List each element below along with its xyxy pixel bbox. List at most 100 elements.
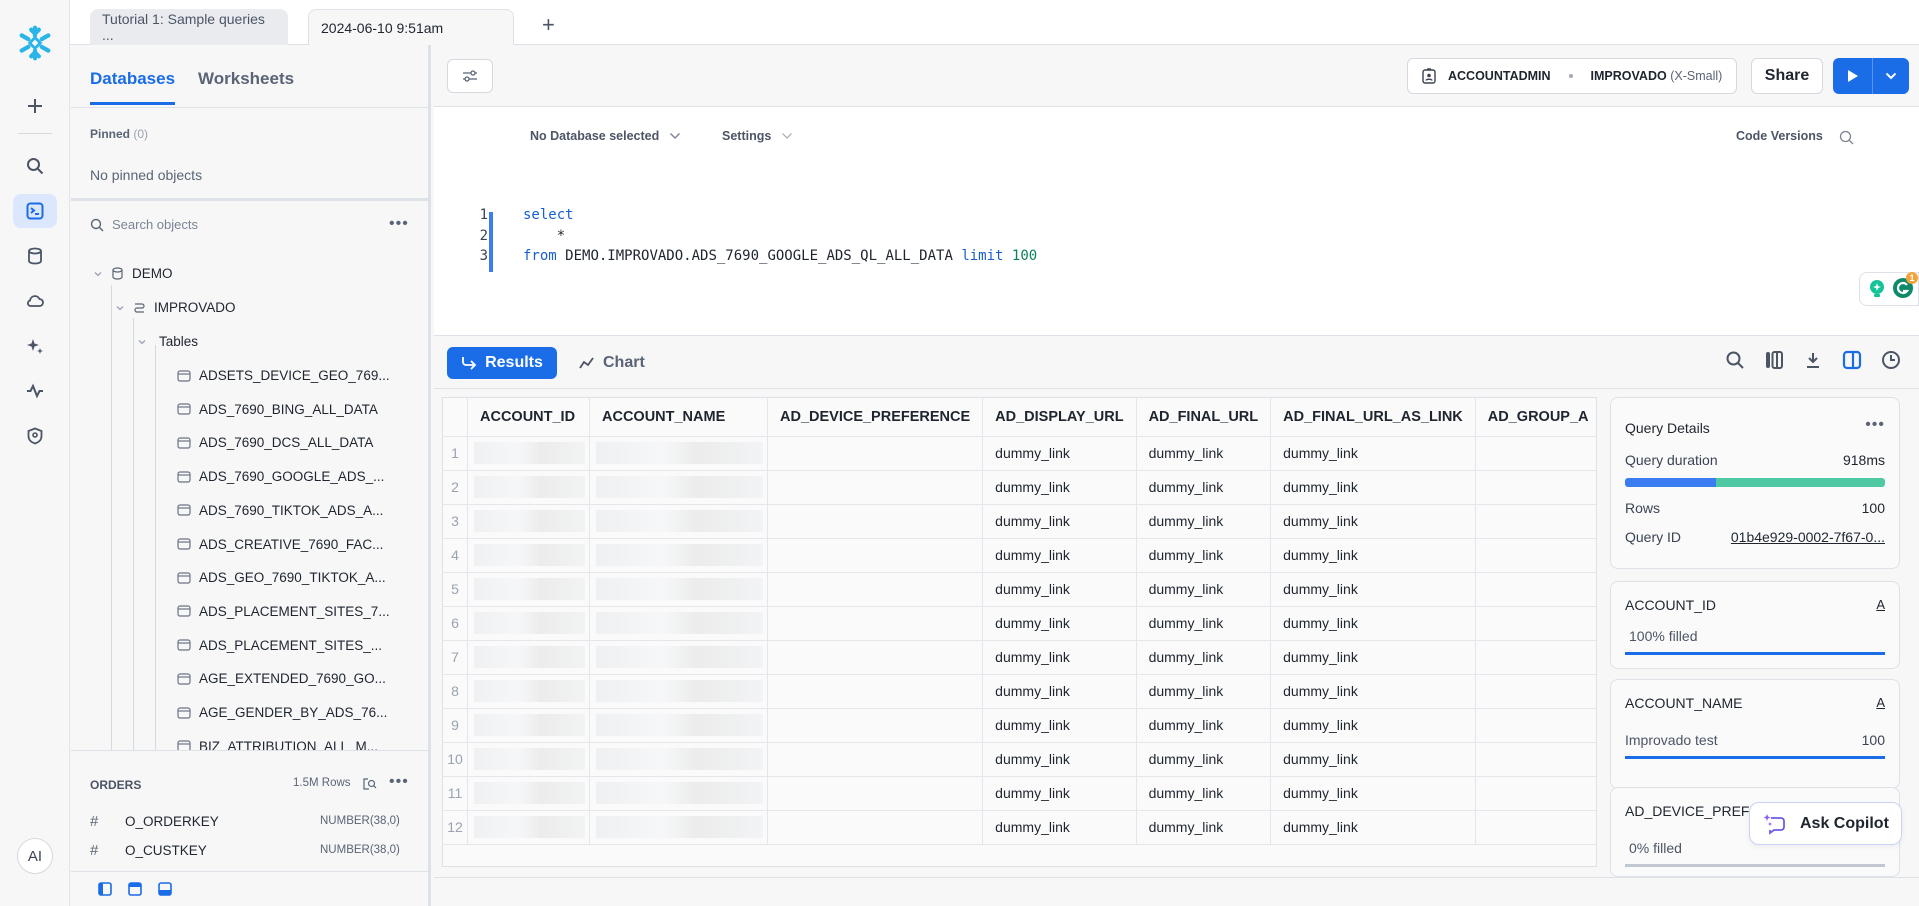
table-cell[interactable]: dummy_link	[1270, 776, 1476, 811]
table-cell[interactable]: dummy_link	[1136, 436, 1272, 471]
redacted-cell[interactable]	[589, 504, 768, 539]
table-cell[interactable]: dummy_link	[1136, 708, 1272, 743]
table-cell[interactable]	[767, 640, 984, 675]
table-cell[interactable]	[767, 708, 984, 743]
table-row[interactable]: 8 dummy_link dummy_link dummy_link	[443, 674, 1596, 709]
tree-node-table[interactable]: AGE_GENDER_BY_ADS_76...	[177, 705, 387, 720]
table-cell[interactable]	[767, 742, 984, 777]
redacted-cell[interactable]	[467, 776, 590, 811]
table-cell[interactable]: dummy_link	[982, 776, 1137, 811]
table-cell[interactable]	[1475, 776, 1596, 811]
table-cell[interactable]: dummy_link	[982, 640, 1137, 675]
tree-node-table[interactable]: ADS_GEO_7690_TIKTOK_A...	[177, 570, 386, 585]
redacted-cell[interactable]	[467, 504, 590, 539]
rail-data-products-button[interactable]	[13, 284, 57, 318]
table-row[interactable]: 2 dummy_link dummy_link dummy_link	[443, 470, 1596, 505]
table-cell[interactable]: dummy_link	[1270, 674, 1476, 709]
rail-ai-ml-button[interactable]	[13, 329, 57, 363]
redacted-cell[interactable]	[589, 538, 768, 573]
grammarly-widget[interactable]: 1	[1859, 271, 1919, 306]
column-header[interactable]: ACCOUNT_ID	[467, 398, 590, 437]
rail-data-button[interactable]	[13, 239, 57, 273]
tree-node-database[interactable]: DEMO	[93, 266, 173, 281]
redacted-cell[interactable]	[589, 776, 768, 811]
redacted-cell[interactable]	[467, 436, 590, 471]
table-cell[interactable]	[767, 470, 984, 505]
user-avatar[interactable]: AI	[17, 838, 53, 874]
table-row[interactable]: 4 dummy_link dummy_link dummy_link	[443, 538, 1596, 573]
table-cell[interactable]	[767, 572, 984, 607]
database-selector[interactable]: No Database selected	[530, 129, 681, 143]
run-options-button[interactable]	[1873, 58, 1909, 94]
share-button[interactable]: Share	[1751, 58, 1823, 94]
code-versions-button[interactable]: Code Versions	[1736, 129, 1823, 143]
context-selector[interactable]: ACCOUNTADMIN IMPROVADO (X-Small)	[1407, 58, 1738, 94]
table-cell[interactable]: dummy_link	[1136, 538, 1272, 573]
column-stat-card[interactable]: ACCOUNT_ID A 100% filled	[1610, 581, 1900, 669]
table-cell[interactable]: dummy_link	[1270, 572, 1476, 607]
settings-dropdown[interactable]: Settings	[722, 129, 793, 143]
table-cell[interactable]: dummy_link	[1136, 606, 1272, 641]
redacted-cell[interactable]	[589, 436, 768, 471]
table-row[interactable]: 11 dummy_link dummy_link dummy_link	[443, 776, 1596, 811]
table-cell[interactable]: dummy_link	[1270, 606, 1476, 641]
column-header[interactable]: AD_GROUP_A	[1475, 398, 1596, 437]
columns-icon[interactable]	[1764, 350, 1784, 370]
row-index[interactable]: 2	[443, 470, 468, 505]
redacted-cell[interactable]	[589, 572, 768, 607]
redacted-cell[interactable]	[467, 674, 590, 709]
explorer-more-button[interactable]: •••	[389, 215, 409, 233]
table-cell[interactable]: dummy_link	[982, 606, 1137, 641]
table-cell[interactable]: dummy_link	[1270, 470, 1476, 505]
table-cell[interactable]: dummy_link	[1136, 572, 1272, 607]
table-cell[interactable]	[1475, 708, 1596, 743]
table-cell[interactable]: dummy_link	[982, 674, 1137, 709]
table-cell[interactable]: dummy_link	[1136, 504, 1272, 539]
redacted-cell[interactable]	[467, 742, 590, 777]
table-row[interactable]: 7 dummy_link dummy_link dummy_link	[443, 640, 1596, 675]
table-cell[interactable]: dummy_link	[1270, 538, 1476, 573]
table-cell[interactable]: dummy_link	[1136, 640, 1272, 675]
download-icon[interactable]	[1803, 350, 1823, 370]
redacted-cell[interactable]	[589, 606, 768, 641]
layout-left-icon[interactable]	[98, 882, 112, 896]
table-cell[interactable]	[1475, 742, 1596, 777]
redacted-cell[interactable]	[467, 810, 590, 845]
table-cell[interactable]: dummy_link	[1270, 708, 1476, 743]
redacted-cell[interactable]	[589, 674, 768, 709]
table-row[interactable]: 6 dummy_link dummy_link dummy_link	[443, 606, 1596, 641]
table-cell[interactable]: dummy_link	[982, 810, 1137, 845]
redacted-cell[interactable]	[467, 572, 590, 607]
column-header[interactable]: AD_DISPLAY_URL	[982, 398, 1137, 437]
run-button[interactable]	[1833, 58, 1873, 94]
tree-node-table[interactable]: ADS_7690_GOOGLE_ADS_...	[177, 469, 384, 484]
create-button[interactable]	[13, 89, 57, 123]
row-index[interactable]: 10	[443, 742, 468, 777]
table-cell[interactable]: dummy_link	[982, 436, 1137, 471]
table-cell[interactable]: dummy_link	[1270, 504, 1476, 539]
results-tab[interactable]: Results	[447, 347, 557, 379]
table-row[interactable]: 5 dummy_link dummy_link dummy_link	[443, 572, 1596, 607]
table-cell[interactable]	[767, 538, 984, 573]
tab-databases[interactable]: Databases	[90, 69, 176, 105]
table-cell[interactable]: dummy_link	[982, 742, 1137, 777]
redacted-cell[interactable]	[589, 640, 768, 675]
table-cell[interactable]: dummy_link	[1136, 776, 1272, 811]
table-row[interactable]: 10 dummy_link dummy_link dummy_link	[443, 742, 1596, 777]
table-cell[interactable]: dummy_link	[982, 470, 1137, 505]
table-cell[interactable]: dummy_link	[1136, 742, 1272, 777]
tree-node-table[interactable]: BIZ_ATTRIBUTION_ALL_M...	[177, 739, 378, 750]
row-index[interactable]: 7	[443, 640, 468, 675]
column-header[interactable]: AD_FINAL_URL_AS_LINK	[1270, 398, 1476, 437]
redacted-cell[interactable]	[467, 606, 590, 641]
table-cell[interactable]: dummy_link	[1270, 436, 1476, 471]
tree-node-table[interactable]: AGE_EXTENDED_7690_GO...	[177, 671, 386, 686]
table-cell[interactable]: dummy_link	[1270, 640, 1476, 675]
table-cell[interactable]: dummy_link	[1136, 810, 1272, 845]
row-index[interactable]: 11	[443, 776, 468, 811]
preview-data-icon[interactable]	[362, 777, 377, 791]
layout-top-icon[interactable]	[128, 882, 142, 896]
table-cell[interactable]	[767, 504, 984, 539]
table-cell[interactable]: dummy_link	[1136, 674, 1272, 709]
row-index[interactable]: 12	[443, 810, 468, 845]
